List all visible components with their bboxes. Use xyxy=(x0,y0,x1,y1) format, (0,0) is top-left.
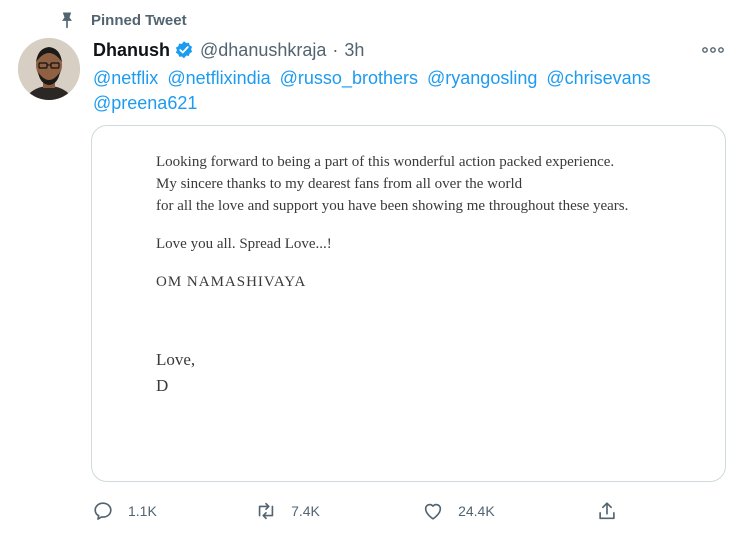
pinned-label: Pinned Tweet xyxy=(91,11,187,29)
tweet-image[interactable]: Looking forward to being a part of this … xyxy=(91,125,726,482)
tweet-timestamp[interactable]: 3h xyxy=(344,40,364,61)
letter-line: Love you all. Spread Love...! xyxy=(156,236,332,252)
retweet-button[interactable]: 7.4K xyxy=(255,500,422,522)
mention-link[interactable]: @netflix xyxy=(93,68,158,88)
pinned-indicator: Pinned Tweet xyxy=(57,8,187,32)
letter-line: My sincere thanks to my dearest fans fro… xyxy=(156,176,523,192)
letter-signoff: Love, xyxy=(156,350,196,369)
tweet-actions: 1.1K 7.4K 24.4K xyxy=(92,497,632,525)
verified-badge-icon xyxy=(175,41,193,59)
share-icon xyxy=(599,502,615,520)
letter-signature: D xyxy=(156,376,169,395)
more-dots-icon xyxy=(702,47,724,53)
reply-button[interactable]: 1.1K xyxy=(92,500,255,522)
author-handle[interactable]: @dhanushkraja xyxy=(200,40,326,61)
mention-link[interactable]: @russo_brothers xyxy=(280,68,418,88)
mention-link[interactable]: @preena621 xyxy=(93,93,197,113)
author-name[interactable]: Dhanush xyxy=(93,40,170,61)
retweet-count: 7.4K xyxy=(291,503,320,519)
pin-icon xyxy=(62,12,72,29)
letter-line: for all the love and support you have be… xyxy=(156,198,629,214)
like-count: 24.4K xyxy=(458,503,495,519)
letter-line: Looking forward to being a part of this … xyxy=(156,154,615,170)
retweet-icon xyxy=(258,502,274,520)
separator-dot: · xyxy=(332,39,339,60)
mention-link[interactable]: @ryangosling xyxy=(427,68,537,88)
mention-link[interactable]: @chrisevans xyxy=(546,68,650,88)
avatar[interactable] xyxy=(18,38,80,100)
mention-link[interactable]: @netflixindia xyxy=(167,68,270,88)
share-button[interactable] xyxy=(596,500,632,522)
like-button[interactable]: 24.4K xyxy=(422,500,596,522)
heart-icon xyxy=(424,503,442,520)
more-options-button[interactable] xyxy=(701,38,725,62)
tweet-text: @netflix @netflixindia @russo_brothers @… xyxy=(93,66,713,116)
reply-count: 1.1K xyxy=(128,503,157,519)
tweet-header: Dhanush @dhanushkraja · 3h xyxy=(93,38,364,62)
letter-line: OM NAMASHIVAYA xyxy=(156,274,307,290)
letter-content: Looking forward to being a part of this … xyxy=(156,151,628,399)
avatar-image xyxy=(18,38,80,100)
reply-icon xyxy=(94,502,112,520)
